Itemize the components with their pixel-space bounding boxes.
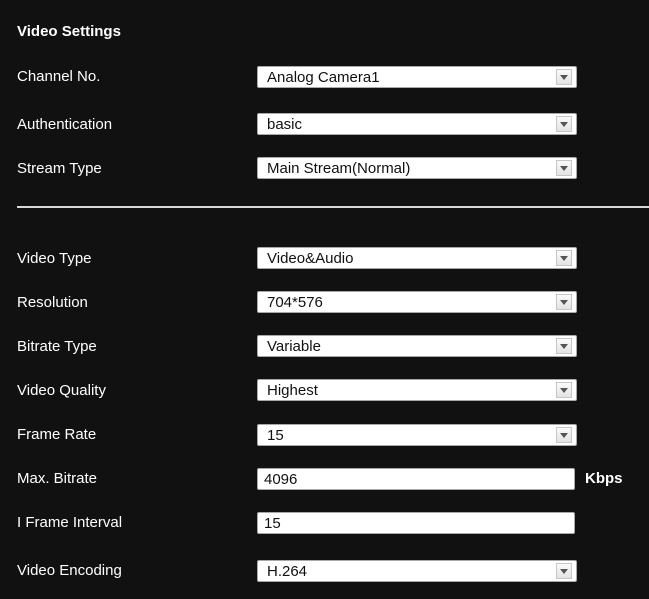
video-type-select[interactable]: Video&Audio bbox=[257, 247, 577, 269]
video-quality-select[interactable]: Highest bbox=[257, 379, 577, 401]
max-bitrate-value: 4096 bbox=[264, 471, 298, 488]
bitrate-type-value: Variable bbox=[267, 338, 321, 355]
chevron-down-icon[interactable] bbox=[556, 250, 572, 266]
max-bitrate-label: Max. Bitrate bbox=[17, 470, 98, 487]
chevron-down-icon[interactable] bbox=[556, 563, 572, 579]
video-quality-value: Highest bbox=[267, 382, 318, 399]
channel-no-value: Analog Camera1 bbox=[267, 69, 380, 86]
resolution-value: 704*576 bbox=[267, 294, 323, 311]
resolution-select[interactable]: 704*576 bbox=[257, 291, 577, 313]
video-encoding-value: H.264 bbox=[267, 563, 308, 580]
video-type-value: Video&Audio bbox=[267, 250, 354, 267]
video-type-label: Video Type bbox=[17, 250, 92, 267]
stream-type-select[interactable]: Main Stream(Normal) bbox=[257, 157, 577, 179]
i-frame-interval-value: 15 bbox=[264, 515, 281, 532]
video-settings-panel: Video Settings Channel No. Analog Camera… bbox=[0, 0, 649, 599]
frame-rate-select[interactable]: 15 bbox=[257, 424, 577, 446]
chevron-down-icon[interactable] bbox=[556, 116, 572, 132]
i-frame-interval-label: I Frame Interval bbox=[17, 514, 123, 531]
max-bitrate-input[interactable]: 4096 bbox=[257, 468, 575, 490]
frame-rate-label: Frame Rate bbox=[17, 426, 97, 443]
channel-no-label: Channel No. bbox=[17, 68, 101, 85]
chevron-down-icon[interactable] bbox=[556, 160, 572, 176]
chevron-down-icon[interactable] bbox=[556, 69, 572, 85]
video-quality-label: Video Quality bbox=[17, 382, 106, 399]
authentication-select[interactable]: basic bbox=[257, 113, 577, 135]
chevron-down-icon[interactable] bbox=[556, 294, 572, 310]
stream-type-value: Main Stream(Normal) bbox=[267, 160, 411, 177]
video-encoding-select[interactable]: H.264 bbox=[257, 560, 577, 582]
chevron-down-icon[interactable] bbox=[556, 382, 572, 398]
panel-title: Video Settings bbox=[17, 23, 121, 40]
chevron-down-icon[interactable] bbox=[556, 427, 572, 443]
max-bitrate-unit: Kbps bbox=[585, 470, 623, 487]
channel-no-select[interactable]: Analog Camera1 bbox=[257, 66, 577, 88]
bitrate-type-label: Bitrate Type bbox=[17, 338, 97, 355]
section-divider bbox=[17, 206, 649, 208]
frame-rate-value: 15 bbox=[267, 427, 284, 444]
i-frame-interval-input[interactable]: 15 bbox=[257, 512, 575, 534]
resolution-label: Resolution bbox=[17, 294, 88, 311]
bitrate-type-select[interactable]: Variable bbox=[257, 335, 577, 357]
video-encoding-label: Video Encoding bbox=[17, 562, 122, 579]
authentication-label: Authentication bbox=[17, 116, 113, 133]
stream-type-label: Stream Type bbox=[17, 160, 102, 177]
authentication-value: basic bbox=[267, 116, 303, 133]
chevron-down-icon[interactable] bbox=[556, 338, 572, 354]
